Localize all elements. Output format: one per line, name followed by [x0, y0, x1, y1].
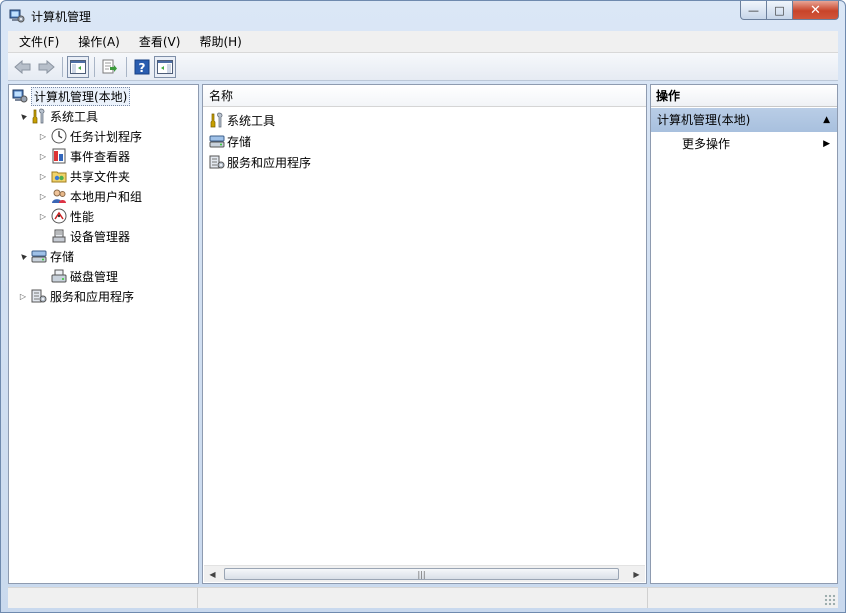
tree-item[interactable]: ▷ 服务和应用程序 [17, 286, 134, 306]
list-item[interactable]: 存储 [209, 131, 251, 151]
navigation-tree-pane[interactable]: 计算机管理(本地) ▲ 系统工具 ▷ 任务计划程序 ▷ 事件查看器 ▷ 共享文件夹 ▷ 本地用户和… [8, 84, 199, 584]
actions-header: 操作 [651, 85, 837, 107]
window-title: 计算机管理 [31, 10, 92, 24]
tree-item[interactable]: 磁盘管理 [37, 266, 118, 286]
disk-icon [51, 269, 67, 283]
tree-item[interactable]: ▷ 事件查看器 [37, 146, 130, 166]
menu-action[interactable]: 操作(A) [67, 31, 128, 53]
tree-item-label: 任务计划程序 [70, 129, 143, 144]
toolbar: ? [8, 53, 838, 81]
tree-expand-icon[interactable]: ▷ [17, 292, 29, 301]
tools-icon [210, 112, 223, 128]
list-item[interactable]: 系统工具 [209, 110, 275, 130]
tree-expand-icon[interactable]: ▷ [37, 192, 49, 201]
tree-item[interactable]: ▷ 共享文件夹 [37, 166, 130, 186]
window-controls: — □ ✕ [740, 1, 839, 21]
tree-item[interactable]: ▲ 存储 [17, 246, 74, 266]
title-bar[interactable]: 计算机管理 — □ ✕ [1, 1, 845, 31]
actions-pane: 操作 计算机管理(本地) ▲ 更多操作 ▶ [650, 84, 838, 584]
actions-group-computer-management[interactable]: 计算机管理(本地) ▲ [651, 108, 837, 132]
tree-expand-icon[interactable]: ▷ [37, 132, 49, 141]
collapse-up-icon[interactable]: ▲ [823, 108, 830, 132]
export-list-button[interactable] [99, 56, 121, 78]
status-bar [8, 587, 838, 608]
computer-management-icon [9, 9, 25, 23]
show-hide-tree-button[interactable] [67, 55, 89, 78]
tree-item-label: 存储 [50, 249, 75, 264]
toolbar-separator [62, 56, 63, 77]
services-icon [31, 289, 47, 303]
tree-item-label: 设备管理器 [70, 229, 131, 244]
shared-folder-icon [51, 171, 67, 183]
event-viewer-icon [52, 148, 66, 164]
help-button[interactable]: ? [131, 56, 153, 78]
tree-item-label: 性能 [70, 209, 95, 224]
list-item-label: 系统工具 [227, 113, 276, 128]
content-list-pane[interactable]: 名称 系统工具存储服务和应用程序 ◀ ||| ▶ [202, 84, 647, 584]
clock-icon [51, 128, 67, 144]
tree-item-label: 共享文件夹 [70, 169, 131, 184]
scroll-right-button[interactable]: ▶ [628, 566, 645, 582]
users-icon [52, 189, 66, 203]
tree-item-label: 事件查看器 [70, 149, 131, 164]
tools-icon [32, 108, 45, 124]
status-cell [8, 588, 198, 608]
tree-root[interactable]: 计算机管理(本地) [12, 86, 131, 106]
tree-collapse-icon[interactable]: ▲ [16, 249, 30, 263]
submenu-arrow-icon: ▶ [823, 139, 830, 149]
computer-management-window: 计算机管理 — □ ✕ 文件(F) 操作(A) 查看(V) 帮助(H) ? 计算… [0, 0, 846, 613]
list-item[interactable]: 服务和应用程序 [209, 152, 311, 172]
menu-help[interactable]: 帮助(H) [188, 31, 249, 53]
column-header-name[interactable]: 名称 [203, 85, 646, 107]
resize-grip[interactable] [824, 594, 836, 606]
tree-expand-icon[interactable]: ▷ [37, 172, 49, 181]
tree-item-label: 本地用户和组 [70, 189, 143, 204]
toolbar-separator [126, 56, 127, 77]
back-arrow-icon [14, 59, 31, 74]
tree-item-label: 系统工具 [50, 109, 99, 124]
actions-group-label: 计算机管理(本地) [657, 113, 751, 127]
scroll-thumb[interactable]: ||| [224, 568, 619, 580]
toolbar-separator [94, 56, 95, 77]
minimize-button[interactable]: — [740, 1, 767, 20]
scroll-left-button[interactable]: ◀ [204, 566, 221, 582]
tree-item[interactable]: ▷ 性能 [37, 206, 94, 226]
menu-file[interactable]: 文件(F) [8, 31, 67, 53]
tree-collapse-icon[interactable]: ▲ [16, 109, 30, 123]
tree-item-label: 磁盘管理 [70, 269, 119, 284]
list-item-label: 服务和应用程序 [227, 155, 312, 170]
performance-icon [51, 208, 67, 224]
horizontal-scrollbar[interactable]: ◀ ||| ▶ [204, 565, 645, 582]
export-list-icon [102, 59, 117, 73]
tree-item[interactable]: 设备管理器 [37, 226, 130, 246]
device-manager-icon [52, 229, 66, 243]
show-hide-action-pane-icon [157, 59, 173, 74]
storage-icon [209, 135, 225, 148]
tree-item[interactable]: ▷ 任务计划程序 [37, 126, 142, 146]
list-item-label: 存储 [227, 134, 252, 149]
services-icon [209, 155, 225, 169]
show-hide-action-pane-button[interactable] [154, 55, 176, 78]
more-actions-label: 更多操作 [682, 137, 731, 151]
help-icon: ? [134, 59, 150, 75]
menu-bar: 文件(F) 操作(A) 查看(V) 帮助(H) [8, 31, 838, 53]
forward-arrow-icon [38, 59, 55, 74]
status-cell [198, 588, 648, 608]
back-button[interactable] [12, 56, 34, 78]
tree-item-label: 服务和应用程序 [50, 289, 135, 304]
menu-view[interactable]: 查看(V) [128, 31, 189, 53]
maximize-button[interactable]: □ [767, 1, 793, 20]
storage-icon [31, 250, 47, 263]
tree-expand-icon[interactable]: ▷ [37, 152, 49, 161]
tree-root-label: 计算机管理(本地) [31, 86, 131, 106]
computer-management-icon [12, 89, 28, 103]
tree-item[interactable]: ▲ 系统工具 [17, 106, 98, 126]
tree-expand-icon[interactable]: ▷ [37, 212, 49, 221]
tree-item[interactable]: ▷ 本地用户和组 [37, 186, 142, 206]
close-button[interactable]: ✕ [793, 1, 839, 20]
forward-button[interactable] [35, 56, 57, 78]
svg-text:?: ? [139, 61, 146, 75]
show-hide-tree-icon [70, 59, 86, 74]
more-actions-item[interactable]: 更多操作 ▶ [682, 134, 837, 154]
